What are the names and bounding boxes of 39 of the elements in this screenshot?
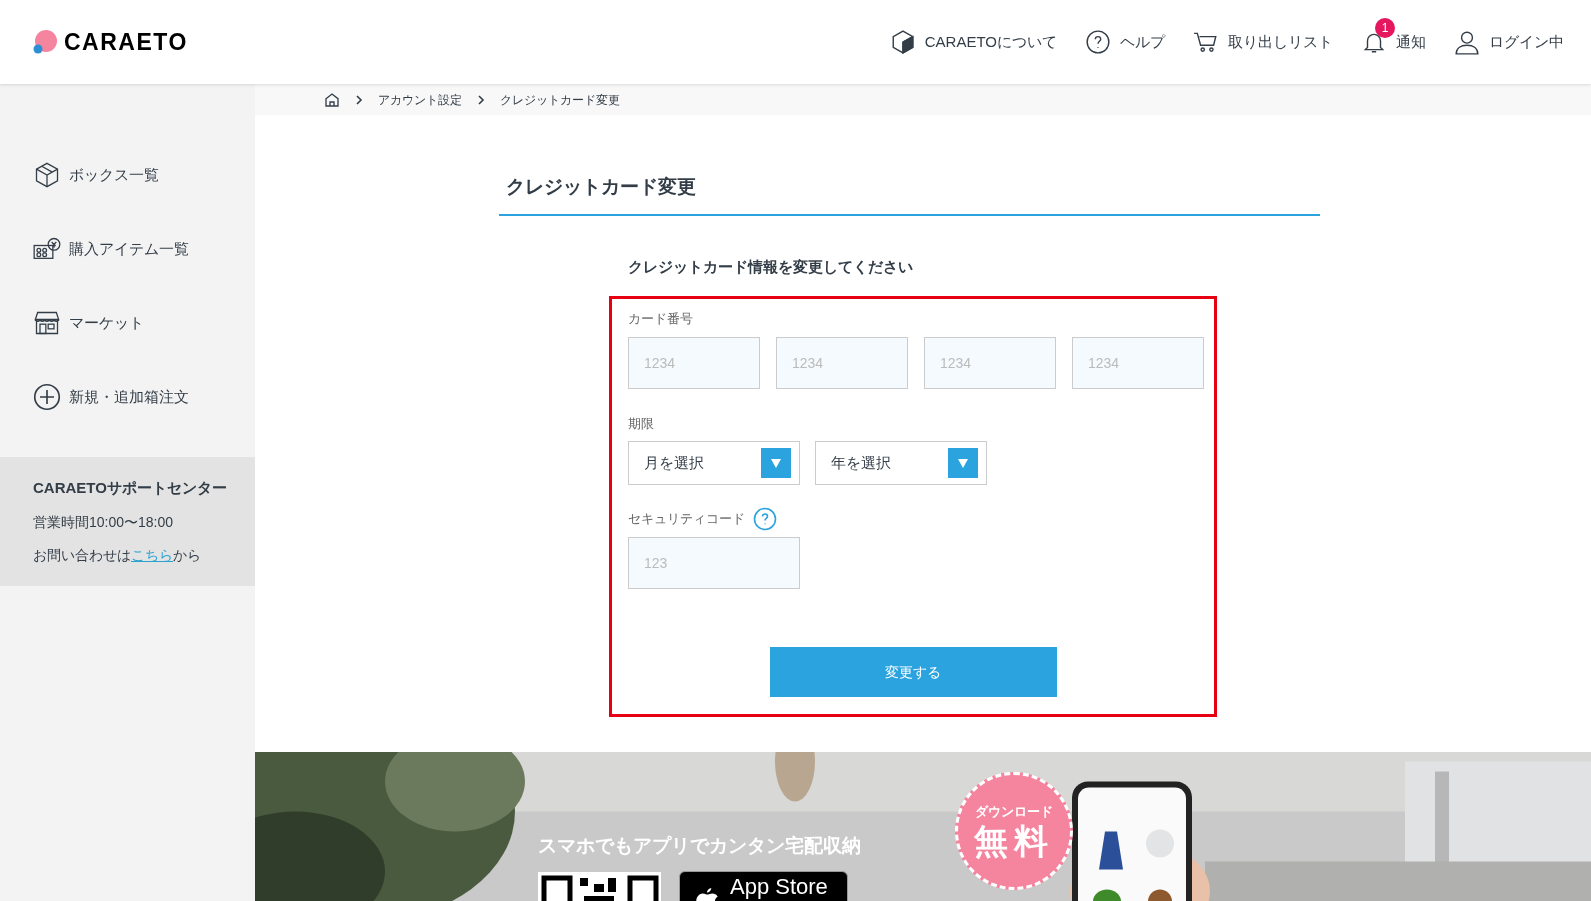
security-code-field[interactable]: 123 (628, 537, 800, 589)
field-label: カード番号 (628, 310, 694, 328)
chevron-icon (354, 94, 364, 105)
breadcrumb-link[interactable]: アカウント設定 (378, 90, 462, 109)
contact-text: お問い合わせは こちらから (33, 545, 202, 565)
notification-badge: 1 (1375, 18, 1395, 38)
card-number-field[interactable]: 1234 (776, 336, 908, 389)
sidebar-item[interactable]: 新規・追加箱注文 (33, 383, 222, 411)
logo-text: CARAETO (64, 27, 188, 57)
field-label: セキュリティコード (628, 510, 745, 529)
nav-link[interactable]: 取り出しリスト (1193, 17, 1333, 67)
sidebar-item[interactable]: ボックス一覧 (33, 161, 222, 189)
business-hours: 営業時間10:00〜18:00 (33, 512, 175, 532)
sidebar-item[interactable]: 購入アイテム一覧 (33, 235, 222, 263)
plus-circle-icon (33, 383, 61, 411)
card-number-field[interactable]: 1234 (628, 336, 760, 389)
help-icon (1085, 29, 1111, 55)
shop-icon (33, 309, 61, 337)
home-icon[interactable] (324, 91, 340, 108)
nav-link[interactable]: ヘルプ (1085, 17, 1165, 67)
form-subtitle: クレジットカード情報を変更してください (628, 256, 914, 277)
select-dropdown[interactable]: 月を選択 (628, 441, 800, 485)
page-title: クレジットカード変更 (505, 175, 697, 199)
nav-link[interactable]: CARAETOについて (889, 17, 1057, 67)
nav-link[interactable]: 1 通知 (1361, 17, 1426, 67)
qr-code-icon (538, 872, 661, 901)
chevron-icon (476, 94, 486, 105)
field-label: 期限 (628, 414, 655, 433)
app-store-badge[interactable]: App Store (679, 871, 848, 901)
box-icon (33, 161, 61, 189)
nav-link[interactable]: ログイン中 (1454, 17, 1564, 67)
select-dropdown[interactable]: 年を選択 (815, 441, 987, 485)
card-number-field[interactable]: 1234 (924, 336, 1056, 389)
sidebar-item[interactable]: マーケット (33, 309, 222, 337)
breadcrumb-link[interactable]: クレジットカード変更 (500, 90, 620, 109)
card-number-field[interactable]: 1234 (1072, 336, 1204, 389)
logo-icon (33, 30, 57, 54)
help-icon[interactable] (753, 507, 777, 531)
user-icon (1454, 29, 1480, 55)
